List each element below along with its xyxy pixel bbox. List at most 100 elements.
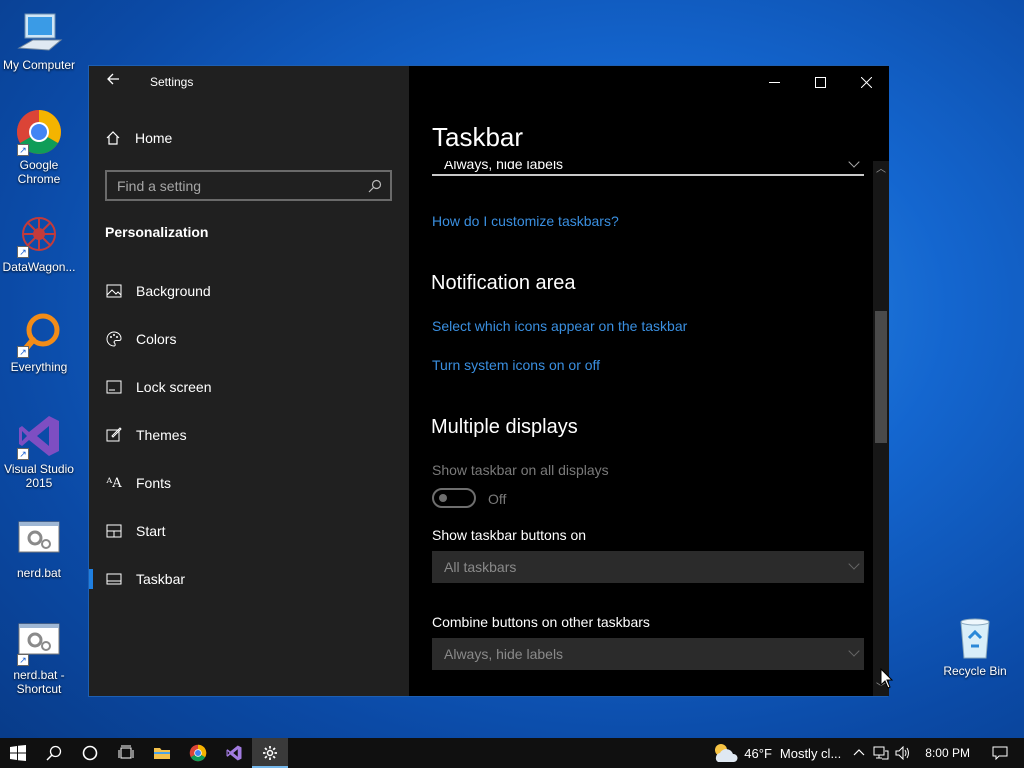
weather-description[interactable]: Mostly cl... bbox=[780, 746, 841, 761]
file-explorer-button[interactable] bbox=[144, 738, 180, 768]
task-view-button[interactable] bbox=[108, 738, 144, 768]
customize-taskbars-link[interactable]: How do I customize taskbars? bbox=[432, 213, 619, 229]
show-all-displays-toggle[interactable] bbox=[432, 488, 476, 508]
recycle-bin-icon bbox=[951, 614, 999, 662]
nav-item-lock-screen[interactable]: Lock screen bbox=[89, 367, 409, 407]
clock[interactable]: 8:00 PM bbox=[925, 746, 970, 760]
search-icon bbox=[368, 179, 382, 192]
chrome-icon: ↗ bbox=[15, 108, 63, 156]
chevron-down-icon bbox=[848, 558, 860, 570]
nav-item-themes[interactable]: Themes bbox=[89, 415, 409, 455]
scroll-up-icon[interactable]: ︿ bbox=[873, 163, 889, 177]
combine-other-dropdown[interactable]: Always, hide labels bbox=[432, 638, 864, 670]
cortana-icon bbox=[82, 745, 98, 761]
minimize-icon bbox=[768, 81, 780, 83]
shortcut-arrow-icon: ↗ bbox=[17, 246, 29, 258]
windows-taskbar: 46°F Mostly cl... 8:00 PM bbox=[0, 738, 1024, 768]
nav-item-label: Colors bbox=[136, 331, 177, 347]
nav-item-taskbar[interactable]: Taskbar bbox=[89, 559, 409, 599]
chevron-down-icon bbox=[848, 645, 860, 657]
desktop-icon-my-computer[interactable]: My Computer bbox=[0, 8, 78, 72]
section-title: Personalization bbox=[105, 224, 209, 240]
desktop-icon-datawagon[interactable]: ↗ DataWagon... bbox=[0, 210, 78, 274]
shortcut-arrow-icon: ↗ bbox=[17, 448, 29, 460]
desktop-icon-label: My Computer bbox=[2, 58, 76, 72]
search-button[interactable] bbox=[36, 738, 72, 768]
shortcut-arrow-icon: ↗ bbox=[17, 144, 29, 156]
nav-item-fonts[interactable]: ᴬA Fonts bbox=[89, 463, 409, 503]
datawagon-icon: ↗ bbox=[15, 210, 63, 258]
visual-studio-taskbar-button[interactable] bbox=[216, 738, 252, 768]
show-all-displays-label: Show taskbar on all displays bbox=[432, 462, 609, 478]
desktop-icon-google-chrome[interactable]: ↗ Google Chrome bbox=[0, 108, 78, 186]
notification-area-heading: Notification area bbox=[431, 272, 576, 294]
combine-taskbar-buttons-dropdown[interactable]: Always, hide labels bbox=[432, 161, 864, 176]
home-label: Home bbox=[135, 130, 173, 146]
desktop-icon-visual-studio[interactable]: ↗ Visual Studio 2015 bbox=[0, 412, 78, 490]
maximize-icon bbox=[814, 76, 826, 88]
home-icon bbox=[106, 131, 120, 145]
search-input[interactable]: Find a setting bbox=[105, 170, 392, 201]
visual-studio-icon: ↗ bbox=[15, 412, 63, 460]
shortcut-arrow-icon: ↗ bbox=[17, 654, 29, 666]
toggle-state-label: Off bbox=[488, 491, 507, 507]
nav-item-background[interactable]: Background bbox=[89, 271, 409, 311]
nav-item-label: Background bbox=[136, 283, 211, 299]
combine-other-label: Combine buttons on other taskbars bbox=[432, 614, 650, 630]
vertical-scrollbar[interactable]: ︿ ﹀ bbox=[873, 161, 889, 696]
desktop-icon-label: Google Chrome bbox=[17, 158, 61, 186]
windows-logo-icon bbox=[10, 745, 26, 761]
visual-studio-icon bbox=[226, 745, 242, 761]
taskbar-icon bbox=[105, 570, 123, 588]
page-title: Taskbar bbox=[432, 122, 524, 152]
desktop-icon-nerd-bat[interactable]: nerd.bat bbox=[0, 516, 78, 580]
palette-icon bbox=[105, 330, 123, 348]
select-icons-link[interactable]: Select which icons appear on the taskbar bbox=[432, 318, 687, 334]
close-button[interactable] bbox=[843, 66, 889, 98]
lock-screen-icon bbox=[105, 378, 123, 396]
close-icon bbox=[860, 76, 872, 88]
maximize-button[interactable] bbox=[797, 66, 843, 98]
settings-taskbar-button[interactable] bbox=[252, 738, 288, 768]
chrome-taskbar-button[interactable] bbox=[180, 738, 216, 768]
computer-icon bbox=[15, 8, 63, 56]
back-button[interactable] bbox=[103, 72, 123, 92]
mouse-cursor-icon bbox=[880, 668, 894, 689]
nav-item-colors[interactable]: Colors bbox=[89, 319, 409, 359]
cortana-button[interactable] bbox=[72, 738, 108, 768]
desktop-icon-label: nerd.bat - Shortcut bbox=[13, 668, 65, 696]
desktop-icon-label: Everything bbox=[10, 360, 68, 374]
chevron-up-icon[interactable] bbox=[853, 747, 865, 759]
dropdown-value: Always, hide labels bbox=[444, 161, 564, 172]
picture-icon bbox=[105, 282, 123, 300]
toggle-knob bbox=[439, 494, 447, 502]
desktop-icon-everything[interactable]: ↗ Everything bbox=[0, 310, 78, 374]
home-nav-item[interactable]: Home bbox=[105, 130, 172, 146]
action-center-icon[interactable] bbox=[992, 746, 1008, 760]
everything-search-icon: ↗ bbox=[15, 310, 63, 358]
desktop-icon-recycle-bin[interactable]: Recycle Bin bbox=[936, 614, 1014, 678]
weather-temperature[interactable]: 46°F bbox=[744, 746, 772, 761]
scrollbar-thumb[interactable] bbox=[875, 311, 887, 443]
desktop-icon-nerd-bat-shortcut[interactable]: ↗ nerd.bat - Shortcut bbox=[0, 618, 78, 696]
search-icon bbox=[46, 745, 62, 761]
batch-file-icon bbox=[15, 516, 63, 564]
shortcut-arrow-icon: ↗ bbox=[17, 346, 29, 358]
batch-file-icon: ↗ bbox=[15, 618, 63, 666]
minimize-button[interactable] bbox=[751, 66, 797, 98]
show-buttons-on-label: Show taskbar buttons on bbox=[432, 527, 587, 543]
network-icon[interactable] bbox=[873, 746, 889, 760]
volume-icon[interactable] bbox=[895, 746, 911, 760]
nav-item-start[interactable]: Start bbox=[89, 511, 409, 551]
show-buttons-on-dropdown[interactable]: All taskbars bbox=[432, 551, 864, 583]
weather-cloud-icon[interactable] bbox=[712, 742, 738, 764]
brush-icon bbox=[105, 426, 123, 444]
start-button[interactable] bbox=[0, 738, 36, 768]
system-icons-link[interactable]: Turn system icons on or off bbox=[432, 357, 600, 373]
desktop-icon-label: Recycle Bin bbox=[943, 664, 1007, 678]
search-placeholder: Find a setting bbox=[117, 177, 202, 194]
nav-item-label: Fonts bbox=[136, 475, 172, 491]
nav-item-label: Lock screen bbox=[136, 379, 212, 395]
nav-item-label: Taskbar bbox=[136, 571, 186, 587]
start-icon bbox=[105, 522, 123, 540]
